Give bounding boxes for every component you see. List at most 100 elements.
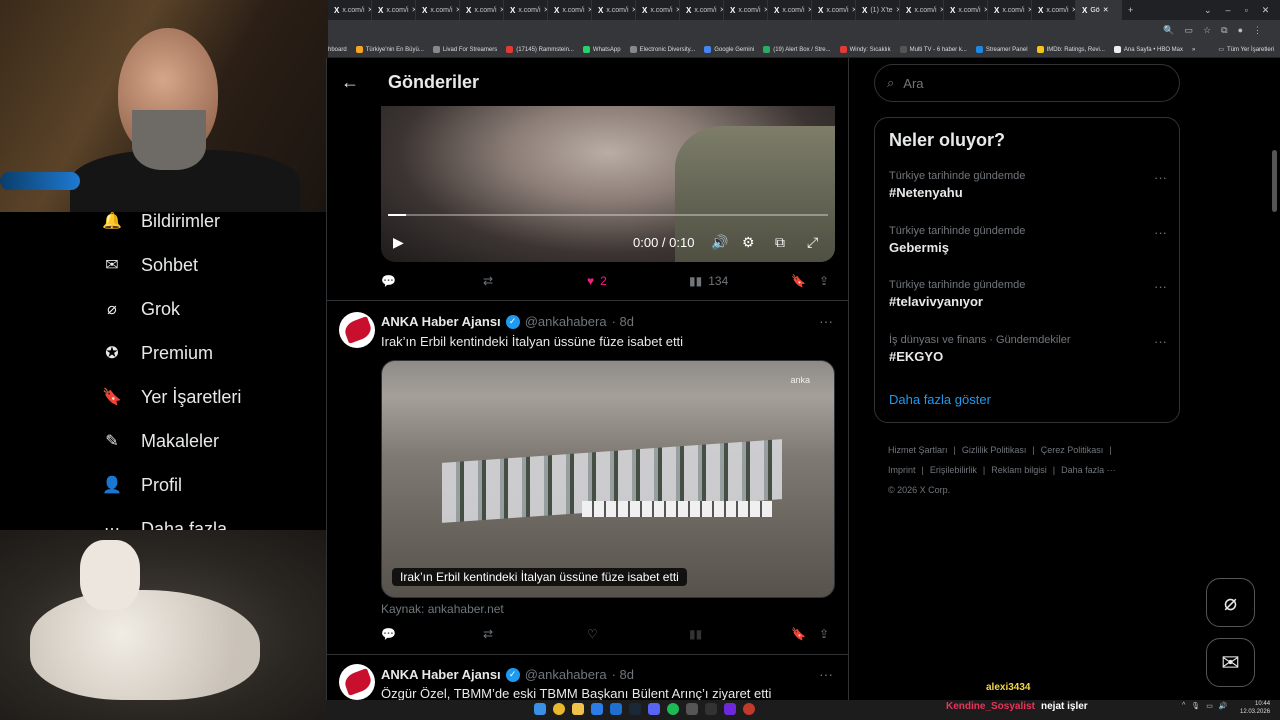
chrome-icon[interactable] <box>553 703 565 715</box>
browser-tab[interactable]: Xx.com/i✕ <box>416 0 460 20</box>
star-icon[interactable]: ☆ <box>1203 25 1211 36</box>
bookmark-item[interactable]: Türkiye'nin En Büyü... <box>355 46 424 53</box>
video-player[interactable]: ▶ 0:00 / 0:10 🔊 ⚙ ⧉ ⤢ <box>381 106 835 262</box>
new-tab-button[interactable]: + <box>1128 5 1133 15</box>
footer-link[interactable]: Erişilebilirlik <box>930 465 977 475</box>
all-bookmarks-button[interactable]: ▭ Tüm Yer İşaretleri <box>1218 46 1274 54</box>
extension-icon[interactable]: ⧉ <box>1221 25 1227 36</box>
search-input[interactable]: ⌕ Ara <box>874 64 1180 102</box>
clock[interactable]: 10:44 12.03.2026 <box>1240 700 1270 716</box>
author-name[interactable]: ANKA Haber Ajansı <box>381 667 501 682</box>
footer-link[interactable]: Reklam bilgisi <box>991 465 1047 475</box>
bookmark-item[interactable]: WhatsApp <box>582 46 621 53</box>
close-icon[interactable]: ✕ <box>1262 5 1270 16</box>
sidebar-item-makaleler[interactable]: ✎ Makaleler <box>100 429 219 453</box>
sidebar-item-profil[interactable]: 👤 Profil <box>100 473 182 497</box>
browser-tab[interactable]: Xx.com/i✕ <box>372 0 416 20</box>
maximize-icon[interactable]: ▫ <box>1245 5 1248 15</box>
browser-tab[interactable]: Xx.com/i✕ <box>636 0 680 20</box>
like-button[interactable]: ♥ 2 <box>587 274 607 288</box>
picture-in-picture-icon[interactable]: ⧉ <box>775 234 785 251</box>
browser-tab[interactable]: Xx.com/i✕ <box>812 0 856 20</box>
sidebar-item-sohbet[interactable]: ✉ Sohbet <box>100 253 198 277</box>
outlook-icon[interactable] <box>610 703 622 715</box>
discord-icon[interactable] <box>648 703 660 715</box>
browser-tab[interactable]: Xx.com/i✕ <box>724 0 768 20</box>
post-author[interactable]: ANKA Haber Ajansı ✓ @ankahabera · 8d <box>381 314 634 329</box>
browser-tab[interactable]: Xx.com/i✕ <box>944 0 988 20</box>
sidebar-item-grok[interactable]: ⌀ Grok <box>100 297 180 321</box>
card-source[interactable]: Kaynak: ankahaber.net <box>381 602 504 616</box>
footer-link[interactable]: Imprint <box>888 465 916 475</box>
author-name[interactable]: ANKA Haber Ajansı <box>381 314 501 329</box>
trend-more-icon[interactable]: ··· <box>1154 279 1167 294</box>
repost-icon[interactable]: ⇄ <box>483 627 493 641</box>
browser-tab[interactable]: Xx.com/i✕ <box>592 0 636 20</box>
sidebar-item-yer-i-şaretleri[interactable]: 🔖 Yer İşaretleri <box>100 385 241 409</box>
sidebar-item-bildirimler[interactable]: 🔔 Bildirimler <box>100 209 220 233</box>
post-age[interactable]: · 8d <box>612 667 634 682</box>
reply-icon[interactable]: 💬 <box>381 627 396 641</box>
bookmark-icon[interactable]: 🔖 <box>791 274 806 288</box>
trend-item[interactable]: Türkiye tarihinde gündemde #telavivyanıyo… <box>889 279 1169 309</box>
bookmark-item[interactable]: Livad For Streamers <box>432 46 497 53</box>
folder-icon[interactable] <box>572 703 584 715</box>
chevron-down-icon[interactable]: ⌄ <box>1204 5 1212 16</box>
bookmark-item[interactable]: Streamer Panel <box>975 46 1028 53</box>
bookmark-item[interactable]: (19) Alert Box / Stre... <box>763 46 831 53</box>
address-bar[interactable]: 🔍 ▭ ☆ ⧉ ● ⋮ <box>328 20 1280 42</box>
bookmark-item[interactable]: IMDb: Ratings, Revi... <box>1036 46 1105 53</box>
chevron-up-icon[interactable]: ^ <box>1182 702 1185 710</box>
steam-icon[interactable] <box>629 703 641 715</box>
app-icon[interactable] <box>705 703 717 715</box>
spotify-icon[interactable] <box>667 703 679 715</box>
repost-icon[interactable]: ⇄ <box>483 274 493 288</box>
trend-more-icon[interactable]: ··· <box>1154 225 1167 240</box>
volume-icon[interactable]: 🔊 <box>711 234 728 251</box>
like-icon[interactable]: ♡ <box>587 627 598 641</box>
browser-tab[interactable]: Xx.com/i✕ <box>988 0 1032 20</box>
views-button[interactable]: ▮▮ 134 <box>689 274 728 288</box>
menu-icon[interactable]: ⋮ <box>1253 25 1262 36</box>
back-arrow-icon[interactable]: ← <box>341 72 359 93</box>
share-icon[interactable]: ⇪ <box>819 274 829 288</box>
footer-link[interactable]: Çerez Politikası <box>1041 445 1104 455</box>
author-handle[interactable]: @ankahabera <box>525 667 607 682</box>
trend-more-icon[interactable]: ··· <box>1154 334 1167 349</box>
cast-icon[interactable]: ▭ <box>1185 25 1194 36</box>
mic-icon[interactable]: 🎙 <box>1191 702 1200 710</box>
messages-fab-button[interactable]: ✉ <box>1206 638 1255 687</box>
app-icon[interactable] <box>743 703 755 715</box>
settings-gear-icon[interactable]: ⚙ <box>742 234 755 251</box>
fullscreen-icon[interactable]: ⤢ <box>807 234 818 251</box>
footer-link[interactable]: Daha fazla ··· <box>1061 465 1116 475</box>
post-age[interactable]: · 8d <box>612 314 634 329</box>
app-icon[interactable] <box>724 703 736 715</box>
avatar[interactable] <box>339 664 375 700</box>
video-progress-bar[interactable] <box>388 214 828 216</box>
share-icon[interactable]: ⇪ <box>819 627 829 641</box>
scrollbar[interactable] <box>1272 150 1277 212</box>
reply-icon[interactable]: 💬 <box>381 274 396 288</box>
bookmark-item[interactable]: Multi TV - 6 haber k... <box>899 46 967 53</box>
store-icon[interactable] <box>591 703 603 715</box>
grok-fab-button[interactable]: ⌀ <box>1206 578 1255 627</box>
browser-tab[interactable]: X Gö ✕ <box>1076 0 1122 20</box>
footer-link[interactable]: Gizlilik Politikası <box>962 445 1027 455</box>
author-handle[interactable]: @ankahabera <box>525 314 607 329</box>
views-icon[interactable]: ▮▮ <box>689 627 702 641</box>
bookmark-item[interactable]: Windy: Sıcaklık <box>839 46 891 53</box>
bookmark-item[interactable]: Electronic Diversity... <box>629 46 695 53</box>
trend-item[interactable]: İş dünyası ve finans · Gündemdekiler #EKG… <box>889 334 1169 364</box>
browser-tab[interactable]: Xx.com/i✕ <box>328 0 372 20</box>
search-icon[interactable]: 🔍 <box>1163 25 1174 36</box>
trend-item[interactable]: Türkiye tarihinde gündemde Gebermiş ··· <box>889 225 1169 255</box>
bookmark-item[interactable]: Ana Sayfa • HBO Max <box>1113 46 1183 53</box>
browser-tab[interactable]: Xx.com/i✕ <box>900 0 944 20</box>
trend-item[interactable]: Türkiye tarihinde gündemde #Netenyahu ··· <box>889 170 1169 200</box>
browser-tab[interactable]: Xx.com/i✕ <box>504 0 548 20</box>
trend-more-icon[interactable]: ··· <box>1154 170 1167 185</box>
tab-close-icon[interactable]: ✕ <box>1103 6 1109 14</box>
minimize-icon[interactable]: – <box>1226 5 1231 15</box>
play-icon[interactable]: ▶ <box>393 234 404 251</box>
